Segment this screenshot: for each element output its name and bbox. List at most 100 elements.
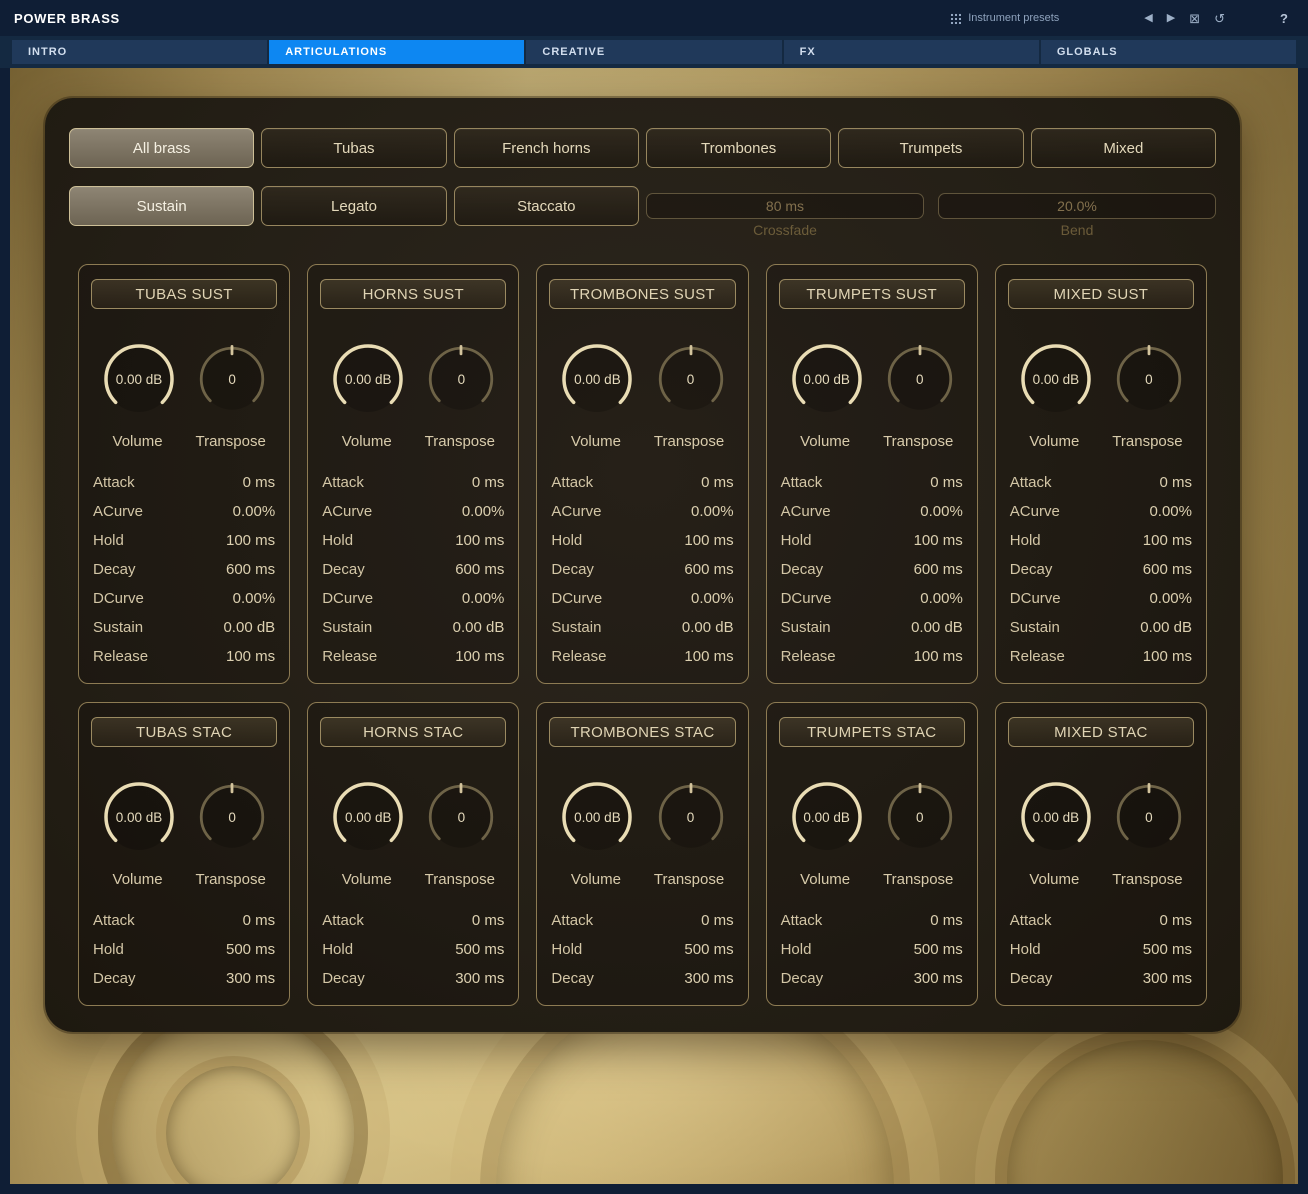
- param-row-hold[interactable]: Hold100 ms: [320, 526, 506, 555]
- volume-knob[interactable]: 0.00 dB: [1012, 335, 1100, 423]
- card-title-button[interactable]: HORNS SUST: [320, 279, 506, 309]
- param-value[interactable]: 300 ms: [914, 970, 963, 987]
- param-row-dcurve[interactable]: DCurve0.00%: [779, 584, 965, 613]
- bend-slider[interactable]: 20.0%: [938, 193, 1216, 219]
- param-value[interactable]: 0 ms: [1159, 912, 1192, 929]
- param-value[interactable]: 0 ms: [472, 912, 505, 929]
- param-row-decay[interactable]: Decay600 ms: [549, 555, 735, 584]
- param-row-hold[interactable]: Hold500 ms: [549, 935, 735, 964]
- param-value[interactable]: 100 ms: [914, 648, 963, 665]
- volume-knob[interactable]: 0.00 dB: [324, 335, 412, 423]
- instrument-button-all-brass[interactable]: All brass: [69, 128, 254, 168]
- param-row-decay[interactable]: Decay300 ms: [91, 964, 277, 993]
- param-row-release[interactable]: Release100 ms: [320, 642, 506, 671]
- param-value[interactable]: 100 ms: [226, 648, 275, 665]
- tab-creative[interactable]: CREATIVE: [526, 40, 781, 64]
- param-value[interactable]: 0.00%: [233, 503, 276, 520]
- param-value[interactable]: 0 ms: [243, 474, 276, 491]
- param-value[interactable]: 500 ms: [455, 941, 504, 958]
- param-value[interactable]: 600 ms: [226, 561, 275, 578]
- param-row-attack[interactable]: Attack0 ms: [549, 906, 735, 935]
- param-row-hold[interactable]: Hold100 ms: [1008, 526, 1194, 555]
- param-row-hold[interactable]: Hold500 ms: [320, 935, 506, 964]
- param-row-attack[interactable]: Attack0 ms: [1008, 906, 1194, 935]
- volume-knob[interactable]: 0.00 dB: [95, 335, 183, 423]
- param-row-sustain[interactable]: Sustain0.00 dB: [549, 613, 735, 642]
- volume-knob[interactable]: 0.00 dB: [783, 773, 871, 861]
- param-row-sustain[interactable]: Sustain0.00 dB: [1008, 613, 1194, 642]
- param-value[interactable]: 300 ms: [1143, 970, 1192, 987]
- param-row-decay[interactable]: Decay300 ms: [1008, 964, 1194, 993]
- param-value[interactable]: 600 ms: [1143, 561, 1192, 578]
- param-row-hold[interactable]: Hold100 ms: [779, 526, 965, 555]
- param-value[interactable]: 0.00%: [920, 503, 963, 520]
- articulation-button-legato[interactable]: Legato: [261, 186, 446, 226]
- volume-knob[interactable]: 0.00 dB: [1012, 773, 1100, 861]
- param-value[interactable]: 600 ms: [914, 561, 963, 578]
- param-value[interactable]: 500 ms: [684, 941, 733, 958]
- transpose-knob[interactable]: 0: [650, 776, 732, 858]
- param-value[interactable]: 0 ms: [701, 474, 734, 491]
- param-value[interactable]: 0 ms: [472, 474, 505, 491]
- param-row-decay[interactable]: Decay300 ms: [779, 964, 965, 993]
- param-value[interactable]: 0.00 dB: [911, 619, 963, 636]
- param-row-dcurve[interactable]: DCurve0.00%: [91, 584, 277, 613]
- crossfade-slider[interactable]: 80 ms: [646, 193, 924, 219]
- volume-knob[interactable]: 0.00 dB: [783, 335, 871, 423]
- param-value[interactable]: 500 ms: [226, 941, 275, 958]
- param-value[interactable]: 300 ms: [684, 970, 733, 987]
- param-row-hold[interactable]: Hold100 ms: [91, 526, 277, 555]
- card-title-button[interactable]: TROMBONES SUST: [549, 279, 735, 309]
- card-title-button[interactable]: HORNS STAC: [320, 717, 506, 747]
- param-row-release[interactable]: Release100 ms: [1008, 642, 1194, 671]
- param-row-release[interactable]: Release100 ms: [549, 642, 735, 671]
- next-preset-button[interactable]: ▶: [1160, 10, 1182, 27]
- card-title-button[interactable]: TRUMPETS STAC: [779, 717, 965, 747]
- param-value[interactable]: 100 ms: [455, 532, 504, 549]
- param-row-decay[interactable]: Decay600 ms: [779, 555, 965, 584]
- tab-globals[interactable]: GLOBALS: [1041, 40, 1296, 64]
- tab-intro[interactable]: INTRO: [12, 40, 267, 64]
- param-row-attack[interactable]: Attack0 ms: [1008, 468, 1194, 497]
- instrument-button-trombones[interactable]: Trombones: [646, 128, 831, 168]
- param-value[interactable]: 500 ms: [914, 941, 963, 958]
- param-row-decay[interactable]: Decay600 ms: [320, 555, 506, 584]
- previous-preset-button[interactable]: ◀: [1137, 10, 1159, 27]
- param-value[interactable]: 100 ms: [684, 648, 733, 665]
- param-value[interactable]: 0 ms: [243, 912, 276, 929]
- param-value[interactable]: 0.00 dB: [223, 619, 275, 636]
- param-row-sustain[interactable]: Sustain0.00 dB: [320, 613, 506, 642]
- param-row-decay[interactable]: Decay600 ms: [1008, 555, 1194, 584]
- param-value[interactable]: 0.00 dB: [453, 619, 505, 636]
- param-row-dcurve[interactable]: DCurve0.00%: [1008, 584, 1194, 613]
- undo-icon[interactable]: ↺: [1207, 9, 1232, 28]
- param-row-attack[interactable]: Attack0 ms: [91, 468, 277, 497]
- instrument-button-french-horns[interactable]: French horns: [454, 128, 639, 168]
- param-row-sustain[interactable]: Sustain0.00 dB: [91, 613, 277, 642]
- param-value[interactable]: 100 ms: [914, 532, 963, 549]
- param-value[interactable]: 300 ms: [226, 970, 275, 987]
- transpose-knob[interactable]: 0: [420, 776, 502, 858]
- transpose-knob[interactable]: 0: [420, 338, 502, 420]
- param-row-decay[interactable]: Decay300 ms: [549, 964, 735, 993]
- param-value[interactable]: 0.00%: [691, 590, 734, 607]
- param-row-attack[interactable]: Attack0 ms: [320, 468, 506, 497]
- param-row-attack[interactable]: Attack0 ms: [779, 468, 965, 497]
- param-value[interactable]: 100 ms: [455, 648, 504, 665]
- param-row-decay[interactable]: Decay300 ms: [320, 964, 506, 993]
- volume-knob[interactable]: 0.00 dB: [95, 773, 183, 861]
- ab-compare-icon[interactable]: ⊠: [1182, 9, 1207, 28]
- param-value[interactable]: 500 ms: [1143, 941, 1192, 958]
- param-value[interactable]: 100 ms: [684, 532, 733, 549]
- param-value[interactable]: 0.00%: [920, 590, 963, 607]
- transpose-knob[interactable]: 0: [191, 338, 273, 420]
- card-title-button[interactable]: TUBAS SUST: [91, 279, 277, 309]
- instrument-button-trumpets[interactable]: Trumpets: [838, 128, 1023, 168]
- param-row-attack[interactable]: Attack0 ms: [320, 906, 506, 935]
- volume-knob[interactable]: 0.00 dB: [324, 773, 412, 861]
- instrument-button-mixed[interactable]: Mixed: [1031, 128, 1216, 168]
- param-value[interactable]: 0 ms: [930, 912, 963, 929]
- card-title-button[interactable]: TUBAS STAC: [91, 717, 277, 747]
- param-row-acurve[interactable]: ACurve0.00%: [779, 497, 965, 526]
- param-row-acurve[interactable]: ACurve0.00%: [549, 497, 735, 526]
